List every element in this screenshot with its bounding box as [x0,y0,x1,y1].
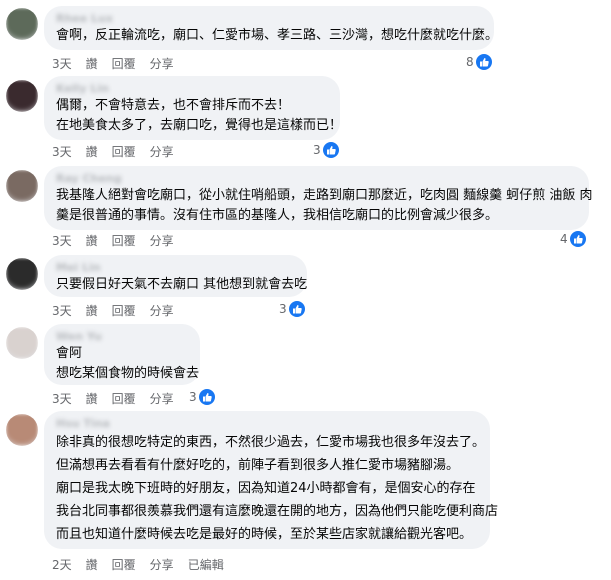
comment-actions: 3天 讚 回覆 分享 [52,55,174,71]
reaction-count[interactable]: 4 [560,230,586,248]
like-reaction-icon [475,54,492,70]
avatar[interactable] [6,80,38,112]
reply-button[interactable]: 回覆 [112,390,136,406]
avatar[interactable] [6,8,38,40]
reply-button[interactable]: 回覆 [112,302,136,318]
like-button[interactable]: 讚 [86,302,98,318]
like-reaction-icon [322,142,339,158]
comment-text: 除非真的很想吃特定的東西，不然很少過去，仁愛市場我也很多年沒去了。 [56,435,486,450]
comment-timestamp[interactable]: 3天 [52,143,72,159]
like-reaction-icon [569,231,586,247]
like-button[interactable]: 讚 [86,232,98,248]
comment-text: 而且也知道什麼時候去吃是最好的時候，至於某些店家就讓給觀光客吧。 [56,527,473,542]
comment-actions: 3天 讚 回覆 分享 [52,143,174,159]
reply-button[interactable]: 回覆 [112,143,136,159]
like-button[interactable]: 讚 [86,55,98,71]
avatar[interactable] [6,327,38,359]
comment-timestamp[interactable]: 3天 [52,232,72,248]
like-button[interactable]: 讚 [86,556,98,572]
comment-bubble: Rhee Lux 會啊，反正輪流吃，廟口、仁愛市場、孝三路、三沙灣，想吃什麼就吃… [44,6,499,50]
avatar[interactable] [6,170,38,202]
reply-button[interactable]: 回覆 [112,232,136,248]
reply-button[interactable]: 回覆 [112,556,136,572]
comment-timestamp[interactable]: 2天 [52,556,72,572]
comment-text: 在地美食太多了，去廟口吃，覺得也是這樣而已！ [56,118,343,133]
comment-text: 想吃某個食物的時候會去 [56,366,200,381]
comment-author[interactable]: Hsu Tina [56,417,478,431]
comment-text: 會阿 [56,346,83,361]
reaction-count[interactable]: 8 [466,53,492,71]
reaction-count[interactable]: 3 [313,141,339,159]
reaction-number: 8 [466,55,474,69]
comment-text: 羹是很普通的事情。沒有住市區的基隆人，我相信吃廟口的比例會減少很多。 [56,208,499,223]
comment-bubble: Wen Yu 會阿 想吃某個食物的時候會去 [44,324,200,385]
comment-actions: 2天 讚 回覆 分享 已編輯 [52,556,224,572]
comment-timestamp[interactable]: 3天 [52,55,72,71]
share-button[interactable]: 分享 [150,55,174,71]
comment-timestamp[interactable]: 3天 [52,390,72,406]
reaction-count[interactable]: 3 [189,388,215,406]
comment-actions: 3天 讚 回覆 分享 [52,232,174,248]
comment-author[interactable]: Rhee Lux [56,12,482,26]
comment-author[interactable]: Wen Yu [56,330,188,344]
comment-bubble: Mei Lin 只要假日好天氣不去廟口 其他想到就會去吃 [44,255,307,297]
share-button[interactable]: 分享 [150,390,174,406]
like-button[interactable]: 讚 [86,390,98,406]
comment-text: 我基隆人絕對會吃廟口，從小就住哨船頭，走路到廟口那麼近，吃肉圓 麵線羹 蚵仔煎 … [56,188,593,203]
comment-author[interactable]: Ray Cheng [56,172,577,186]
comment-text: 偶爾，不會特意去，也不會排斥而不去！ [56,98,291,113]
comment-author[interactable]: Mei Lin [56,261,295,275]
comment-actions: 3天 讚 回覆 分享 [52,390,174,406]
reaction-number: 4 [560,232,568,246]
reaction-number: 3 [189,390,197,404]
comment-actions: 3天 讚 回覆 分享 [52,302,174,318]
comment-timestamp[interactable]: 3天 [52,302,72,318]
reaction-number: 3 [279,302,287,316]
reply-button[interactable]: 回覆 [112,55,136,71]
comment-bubble: Ray Cheng 我基隆人絕對會吃廟口，從小就住哨船頭，走路到廟口那麼近，吃肉… [44,166,593,230]
comment-author[interactable]: Kelly Lin [56,82,328,96]
like-reaction-icon [198,389,215,405]
avatar[interactable] [6,414,38,446]
like-button[interactable]: 讚 [86,143,98,159]
comment-text: 但滿想再去看看有什麼好吃的，前陣子看到很多人推仁愛市場豬腳湯。 [56,458,460,473]
comment-bubble: Kelly Lin 偶爾，不會特意去，也不會排斥而不去！ 在地美食太多了，去廟口… [44,76,343,140]
share-button[interactable]: 分享 [150,556,174,572]
comment-text: 廟口是我太晚下班時的好朋友，因為知道24小時都會有，是個安心的存在 [56,481,476,496]
reaction-count[interactable]: 3 [279,300,305,318]
share-button[interactable]: 分享 [150,232,174,248]
share-button[interactable]: 分享 [150,302,174,318]
like-reaction-icon [288,301,305,317]
reaction-number: 3 [313,143,321,157]
edited-label: 已編輯 [187,558,224,572]
comment-bubble: Hsu Tina 除非真的很想吃特定的東西，不然很少過去，仁愛市場我也很多年沒去… [44,411,499,549]
comment-text: 會啊，反正輪流吃，廟口、仁愛市場、孝三路、三沙灣，想吃什麼就吃什麼。 [56,28,499,43]
avatar[interactable] [6,258,38,290]
comment-text: 只要假日好天氣不去廟口 其他想到就會去吃 [56,277,308,292]
comment-text: 我台北同事都很羨慕我們還有這麼晚還在開的地方，因為他們只能吃便利商店 [56,504,499,519]
share-button[interactable]: 分享 [150,143,174,159]
